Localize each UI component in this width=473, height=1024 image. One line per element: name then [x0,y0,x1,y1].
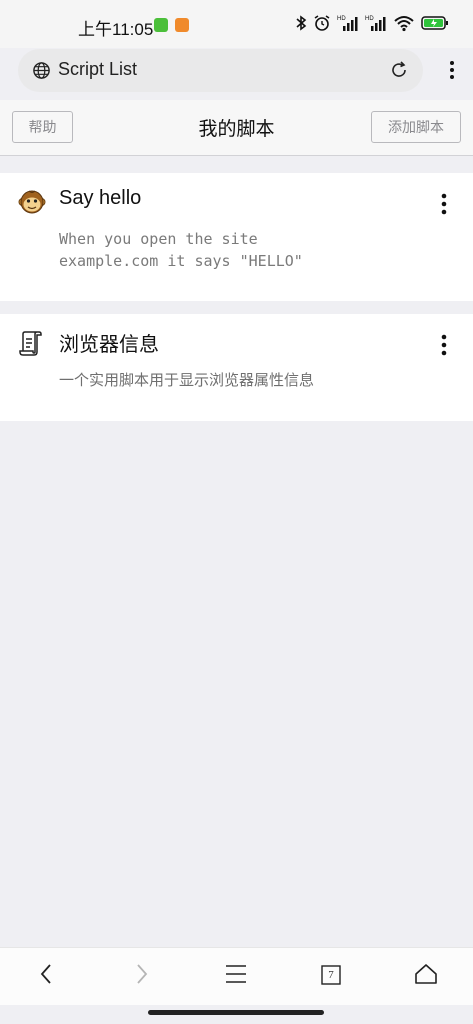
svg-text:HD: HD [365,16,374,22]
url-text[interactable]: Script List [58,59,137,80]
bluetooth-icon [296,15,307,31]
status-time: 上午11:05 [78,20,154,39]
script-description: 一个实用脚本用于显示浏览器属性信息 [59,371,315,389]
tab-count: 7 [328,969,334,981]
script-name: Say hello [59,187,142,209]
app-notification-icon [154,18,168,32]
home-icon[interactable] [414,962,438,986]
svg-text:HD: HD [337,16,346,22]
browser-menu-icon[interactable] [449,60,455,80]
tabs-button[interactable]: 7 [321,965,341,985]
add-script-button[interactable]: 添加脚本 [371,111,461,143]
more-options-icon[interactable] [441,193,447,215]
signal-icon: HD [337,16,358,31]
alarm-icon [314,15,330,31]
browser-bottom-nav: 7 [0,947,473,1005]
forward-icon[interactable] [134,962,150,986]
wifi-icon [394,16,414,32]
script-name: 浏览器信息 [59,334,159,356]
more-options-icon[interactable] [441,334,447,356]
signal-icon: HD [365,16,386,31]
home-indicator [148,1010,324,1015]
menu-icon[interactable] [225,962,247,986]
script-card-browser-info[interactable]: 浏览器信息 一个实用脚本用于显示浏览器属性信息 [0,314,473,421]
status-bar: 上午11:05 HD HD [0,0,473,48]
page-header: 帮助 我的脚本 添加脚本 [0,100,473,156]
reload-icon[interactable] [389,60,409,80]
app-notification-icon [175,18,189,32]
script-scroll-icon [19,331,42,356]
battery-icon [421,16,448,30]
monkey-icon [18,190,46,214]
script-card-say-hello[interactable]: Say hello When you open the site example… [0,173,473,301]
globe-icon [33,62,50,79]
status-icons: HD HD [295,14,449,32]
address-bar[interactable]: Script List [18,49,423,92]
script-description: When you open the site example.com it sa… [59,230,303,270]
back-icon[interactable] [38,962,54,986]
